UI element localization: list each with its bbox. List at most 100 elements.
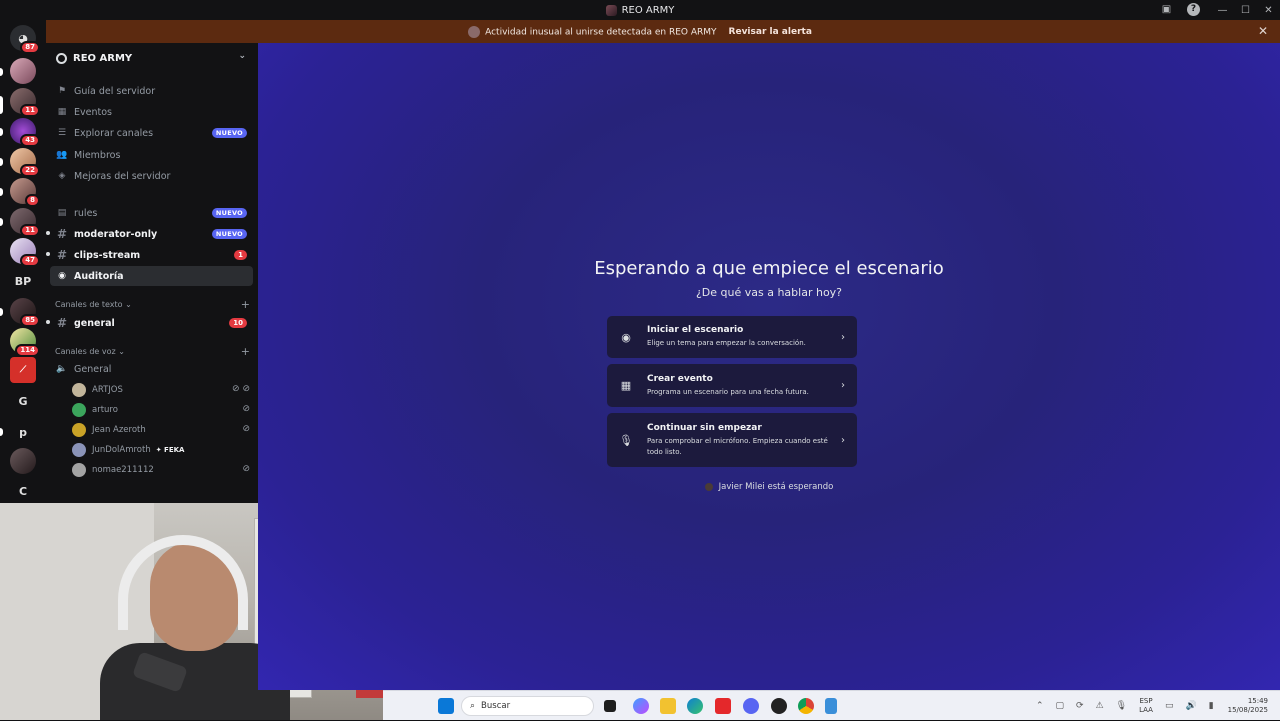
maximize-button[interactable]: ☐ — [1234, 5, 1257, 16]
add-channel-icon[interactable]: + — [241, 345, 250, 358]
app-icon[interactable] — [715, 698, 731, 714]
hashtag-icon: # — [56, 248, 68, 262]
guild-icon[interactable]: 22 — [10, 148, 40, 177]
avatar — [72, 423, 86, 437]
voice-user[interactable]: ARTJOS ⊘ ⊘ — [72, 381, 250, 399]
start-stage-option[interactable]: ◉ Iniciar el escenario Elige un tema para… — [607, 316, 857, 358]
guild-bp[interactable]: BP — [10, 268, 36, 294]
guild-g[interactable]: G — [10, 388, 36, 414]
task-view-icon[interactable] — [604, 700, 616, 712]
new-badge: NUEVO — [211, 229, 247, 239]
voice-user[interactable]: JunDolAmroth ✦ FEKA — [72, 441, 250, 459]
stage-main: Esperando a que empiece el escenario ¿De… — [258, 43, 1280, 690]
guild-icon[interactable]: 11 — [10, 88, 40, 117]
input-language[interactable]: ESP LAA — [1139, 697, 1153, 715]
guild-c[interactable]: C — [10, 478, 36, 504]
copilot-icon[interactable] — [633, 698, 649, 714]
create-event-option[interactable]: ▦ Crear evento Programa un escenario para… — [607, 364, 857, 407]
volume-icon[interactable]: 🔊 — [1185, 701, 1196, 711]
hashtag-icon: # — [56, 227, 68, 241]
inbox-icon[interactable]: ▣ — [1160, 3, 1173, 16]
server-avatar-icon — [468, 25, 481, 38]
chevron-right-icon: › — [841, 380, 845, 391]
microphone-icon[interactable]: 🎙 — [1116, 701, 1127, 711]
new-badge: NUEVO — [211, 208, 247, 218]
voice-channel-general[interactable]: 🔈 General — [50, 359, 253, 379]
dota-guild-icon[interactable]: ⟋ — [10, 357, 36, 383]
stage-subtitle: ¿De qué vas a hablar hoy? — [695, 286, 843, 299]
guild-icon[interactable]: 47 — [10, 238, 40, 267]
chevron-up-icon[interactable]: ⌃ — [1036, 701, 1044, 711]
nav-members[interactable]: 👥 Miembros — [50, 145, 253, 165]
chevron-down-icon[interactable]: ⌄ — [238, 51, 246, 61]
battery-icon[interactable]: ▮ — [1209, 701, 1214, 711]
chevron-right-icon: › — [841, 434, 845, 446]
taskbar-search[interactable]: ⌕ Buscar — [461, 696, 594, 716]
calendar-icon: ▦ — [57, 107, 67, 117]
nav-browse-channels[interactable]: ☰ Explorar canales NUEVO — [50, 123, 253, 143]
window-title: REO ARMY — [605, 4, 674, 16]
muted-icon: ⊘ ⊘ — [232, 384, 250, 394]
server-thumbnail-icon — [605, 4, 617, 16]
continue-without-starting-option[interactable]: 🎙 Continuar sin empezar Para comprobar el… — [607, 413, 857, 467]
tray-app-icon[interactable]: ▢ — [1056, 701, 1065, 711]
chevron-down-icon: ⌄ — [118, 347, 125, 356]
help-icon[interactable]: ? — [1187, 3, 1200, 16]
update-icon[interactable]: ⟳ — [1076, 701, 1084, 711]
voice-user[interactable]: Jean Azeroth ⊘ — [72, 421, 250, 439]
muted-icon: ⊘ — [242, 464, 250, 474]
security-icon[interactable]: ⚠ — [1096, 701, 1104, 711]
channel-clips-stream[interactable]: # clips-stream 1 — [46, 245, 253, 265]
minimize-button[interactable]: — — [1211, 5, 1234, 16]
guild-icon[interactable]: 114 — [10, 328, 40, 357]
voice-user[interactable]: arturo ⊘ — [72, 401, 250, 419]
nav-server-boosts[interactable]: ◈ Mejoras del servidor — [50, 166, 253, 186]
stage-title: Esperando a que empiece el escenario — [594, 258, 944, 279]
category-text-channels[interactable]: Canales de texto ⌄ + — [55, 298, 250, 311]
channel-moderator-only[interactable]: # moderator-only NUEVO — [46, 224, 253, 244]
obs-icon[interactable] — [771, 698, 787, 714]
guild-icon[interactable] — [10, 58, 36, 84]
chrome-icon[interactable] — [798, 698, 814, 714]
guild-icon[interactable] — [10, 448, 36, 474]
nav-server-guide[interactable]: ⚑ Guía del servidor — [50, 81, 253, 101]
channel-auditoria[interactable]: ◉ Auditoría — [50, 266, 253, 286]
members-icon: 👥 — [56, 150, 68, 160]
voice-user[interactable]: nomae211112 ⊘ — [72, 461, 250, 479]
close-banner-icon[interactable]: ✕ — [1258, 24, 1268, 38]
calendar-icon: ▦ — [620, 379, 632, 392]
user-tag: ✦ FEKA — [155, 446, 185, 454]
nav-events[interactable]: ▦ Eventos — [50, 102, 253, 122]
guild-icon[interactable]: 8 — [10, 178, 40, 207]
stage-icon: ◉ — [621, 330, 631, 344]
taskbar-clock[interactable]: 15:49 15/08/2025 — [1228, 697, 1268, 715]
avatar — [72, 383, 86, 397]
file-explorer-icon[interactable] — [660, 698, 676, 714]
alert-message: Actividad inusual al unirse detectada en… — [468, 25, 717, 38]
guild-icon[interactable]: 11 — [10, 208, 40, 237]
windows-start-icon[interactable] — [438, 698, 454, 714]
notepad-icon[interactable] — [825, 698, 837, 714]
microphone-icon: 🎙 — [619, 433, 633, 447]
guild-icon[interactable]: 85 — [10, 298, 40, 327]
muted-icon: ⊘ — [242, 404, 250, 414]
channel-sidebar: REO ARMY ⌄ ⚑ Guía del servidor ▦ Eventos ☰… — [46, 43, 258, 503]
add-channel-icon[interactable]: + — [241, 298, 250, 311]
close-window-button[interactable]: ✕ — [1257, 5, 1280, 16]
channel-general[interactable]: # general 10 — [46, 313, 253, 333]
boost-icon: ◈ — [58, 171, 66, 181]
discord-icon[interactable] — [743, 698, 759, 714]
network-icon[interactable]: ▭ — [1165, 701, 1174, 711]
server-header[interactable]: REO ARMY ⌄ — [46, 43, 258, 73]
direct-messages-button[interactable]: ◕ 87 — [10, 25, 40, 54]
channel-rules[interactable]: ▤ rules NUEVO — [50, 203, 253, 223]
guild-icon[interactable]: 43 — [10, 118, 40, 147]
category-voice-channels[interactable]: Canales de voz ⌄ + — [55, 345, 250, 358]
speaker-icon: 🔈 — [56, 364, 68, 374]
edge-icon[interactable] — [687, 698, 703, 714]
guild-p[interactable]: p — [10, 419, 36, 445]
review-alert-button[interactable]: Revisar la alerta — [729, 27, 812, 37]
stage-icon: ◉ — [58, 271, 66, 281]
chevron-right-icon: › — [841, 331, 845, 343]
avatar — [72, 463, 86, 477]
